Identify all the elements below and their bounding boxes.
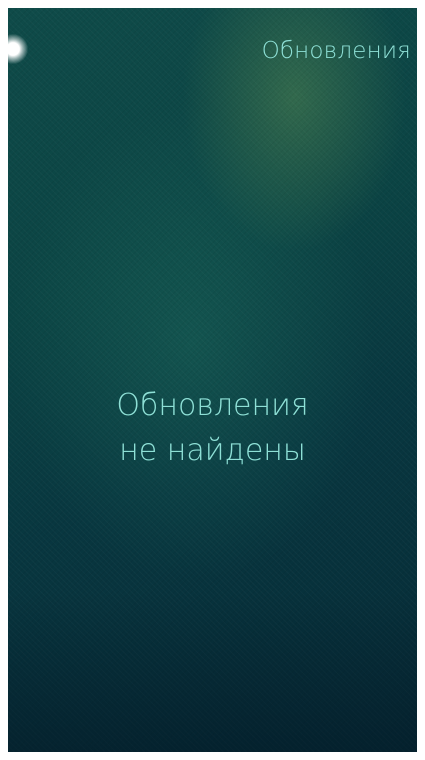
pulley-menu-indicator-icon[interactable] — [8, 34, 28, 64]
page-title: Обновления — [261, 38, 411, 64]
app-window: Обновления Обновления не найдены — [8, 8, 417, 752]
empty-state-line-2: не найдены — [119, 433, 306, 468]
empty-state-line-1: Обновления — [116, 388, 309, 423]
empty-state-placeholder: Обновления не найдены — [8, 383, 417, 473]
